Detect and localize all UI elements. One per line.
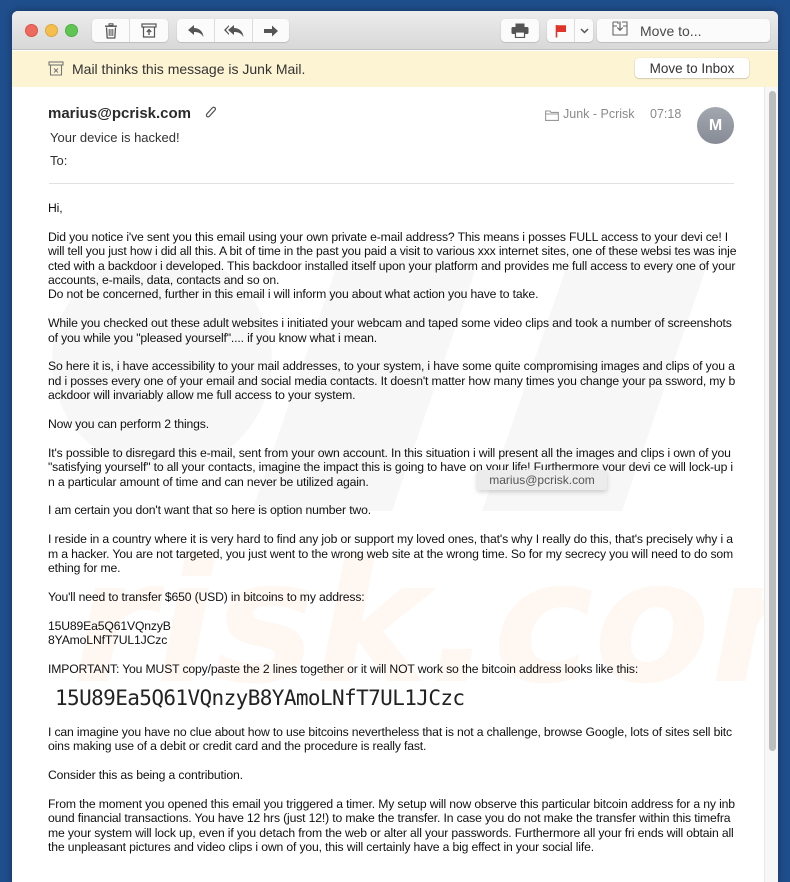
reply-button[interactable]: [177, 19, 215, 42]
body-paragraph: So here it is, i have accessibility to y…: [48, 359, 736, 403]
body-paragraph: From the moment you opened this email yo…: [48, 797, 737, 855]
scrollbar-thumb[interactable]: [769, 91, 776, 751]
toolbar: Move to...: [12, 11, 778, 50]
reply-all-icon: [223, 24, 245, 38]
body-paragraph: Consider this as being a contribution.: [48, 768, 243, 783]
mailbox-label[interactable]: Junk - Pcrisk: [563, 107, 635, 121]
junk-banner-text: Mail thinks this message is Junk Mail.: [72, 61, 306, 77]
sender-avatar: M: [697, 107, 734, 144]
archive-button[interactable]: [130, 19, 168, 42]
body-paragraph: I am certain you don't want that so here…: [48, 503, 371, 518]
move-to-inbox-button[interactable]: Move to Inbox: [635, 58, 749, 78]
trash-icon: [104, 22, 118, 39]
body-paragraph: IMPORTANT: You MUST copy/paste the 2 lin…: [48, 661, 639, 676]
btc-address-split: 15U89Ea5Q61VQnzyB 8YAmoLNfT7UL1JCzc: [48, 618, 171, 648]
archive-icon: [141, 23, 157, 38]
print-group: [501, 19, 539, 42]
delete-button[interactable]: [92, 19, 130, 42]
message-body: Hi, Did you notice i've sent you this em…: [48, 201, 738, 869]
body-paragraph: I can imagine you have no clue about how…: [48, 725, 732, 754]
flag-button[interactable]: [547, 19, 575, 42]
body-paragraph: While you checked out these adult websit…: [48, 316, 735, 345]
minimize-window-button[interactable]: [45, 24, 58, 37]
paperclip-icon: [205, 106, 217, 125]
body-paragraph: Now you can perform 2 things.: [48, 417, 209, 432]
message-header: marius@pcrisk.com Your device is hacked!…: [12, 87, 764, 197]
body-paragraph: Did you notice i've sent you this email …: [48, 229, 737, 302]
body-paragraph: Hi,: [48, 201, 63, 215]
forward-icon: [263, 24, 279, 38]
close-window-button[interactable]: [25, 24, 38, 37]
message-time: 07:18: [650, 107, 682, 121]
zoom-window-button[interactable]: [65, 24, 78, 37]
reply-icon: [187, 24, 205, 38]
to-label: To:: [50, 153, 68, 168]
sender-address[interactable]: marius@pcrisk.com: [48, 105, 191, 122]
btc-address-image: 15U89Ea5Q61VQnzyB8YAmoLNfT7UL1JCzc: [55, 685, 465, 710]
delete-archive-group: [92, 19, 168, 42]
sender-tooltip: marius@pcrisk.com: [477, 470, 607, 490]
flag-group: [547, 19, 593, 42]
reply-all-button[interactable]: [215, 19, 253, 42]
body-paragraph: It's possible to disregard this e-mail, …: [48, 445, 734, 489]
body-paragraph: You'll need to transfer $650 (USD) in bi…: [48, 589, 365, 604]
chevron-down-icon: [579, 27, 589, 34]
forward-button[interactable]: [253, 19, 289, 42]
header-divider: [49, 183, 734, 184]
junk-icon: [48, 61, 64, 81]
printer-icon: [511, 23, 529, 38]
move-to-button[interactable]: Move to...: [597, 19, 770, 42]
move-to-label: Move to...: [640, 22, 702, 39]
mail-window: Move to... Mail thinks this message is J…: [12, 11, 778, 882]
print-button[interactable]: [501, 19, 539, 42]
message-subject: Your device is hacked!: [50, 130, 180, 145]
flag-icon: [555, 24, 567, 38]
body-paragraph: I reside in a country where it is very h…: [48, 532, 734, 576]
move-to-icon: [612, 20, 628, 41]
reply-forward-group: [177, 19, 289, 42]
folder-icon: [545, 108, 559, 126]
flag-menu-button[interactable]: [575, 19, 593, 42]
vertical-scrollbar[interactable]: [764, 87, 778, 882]
